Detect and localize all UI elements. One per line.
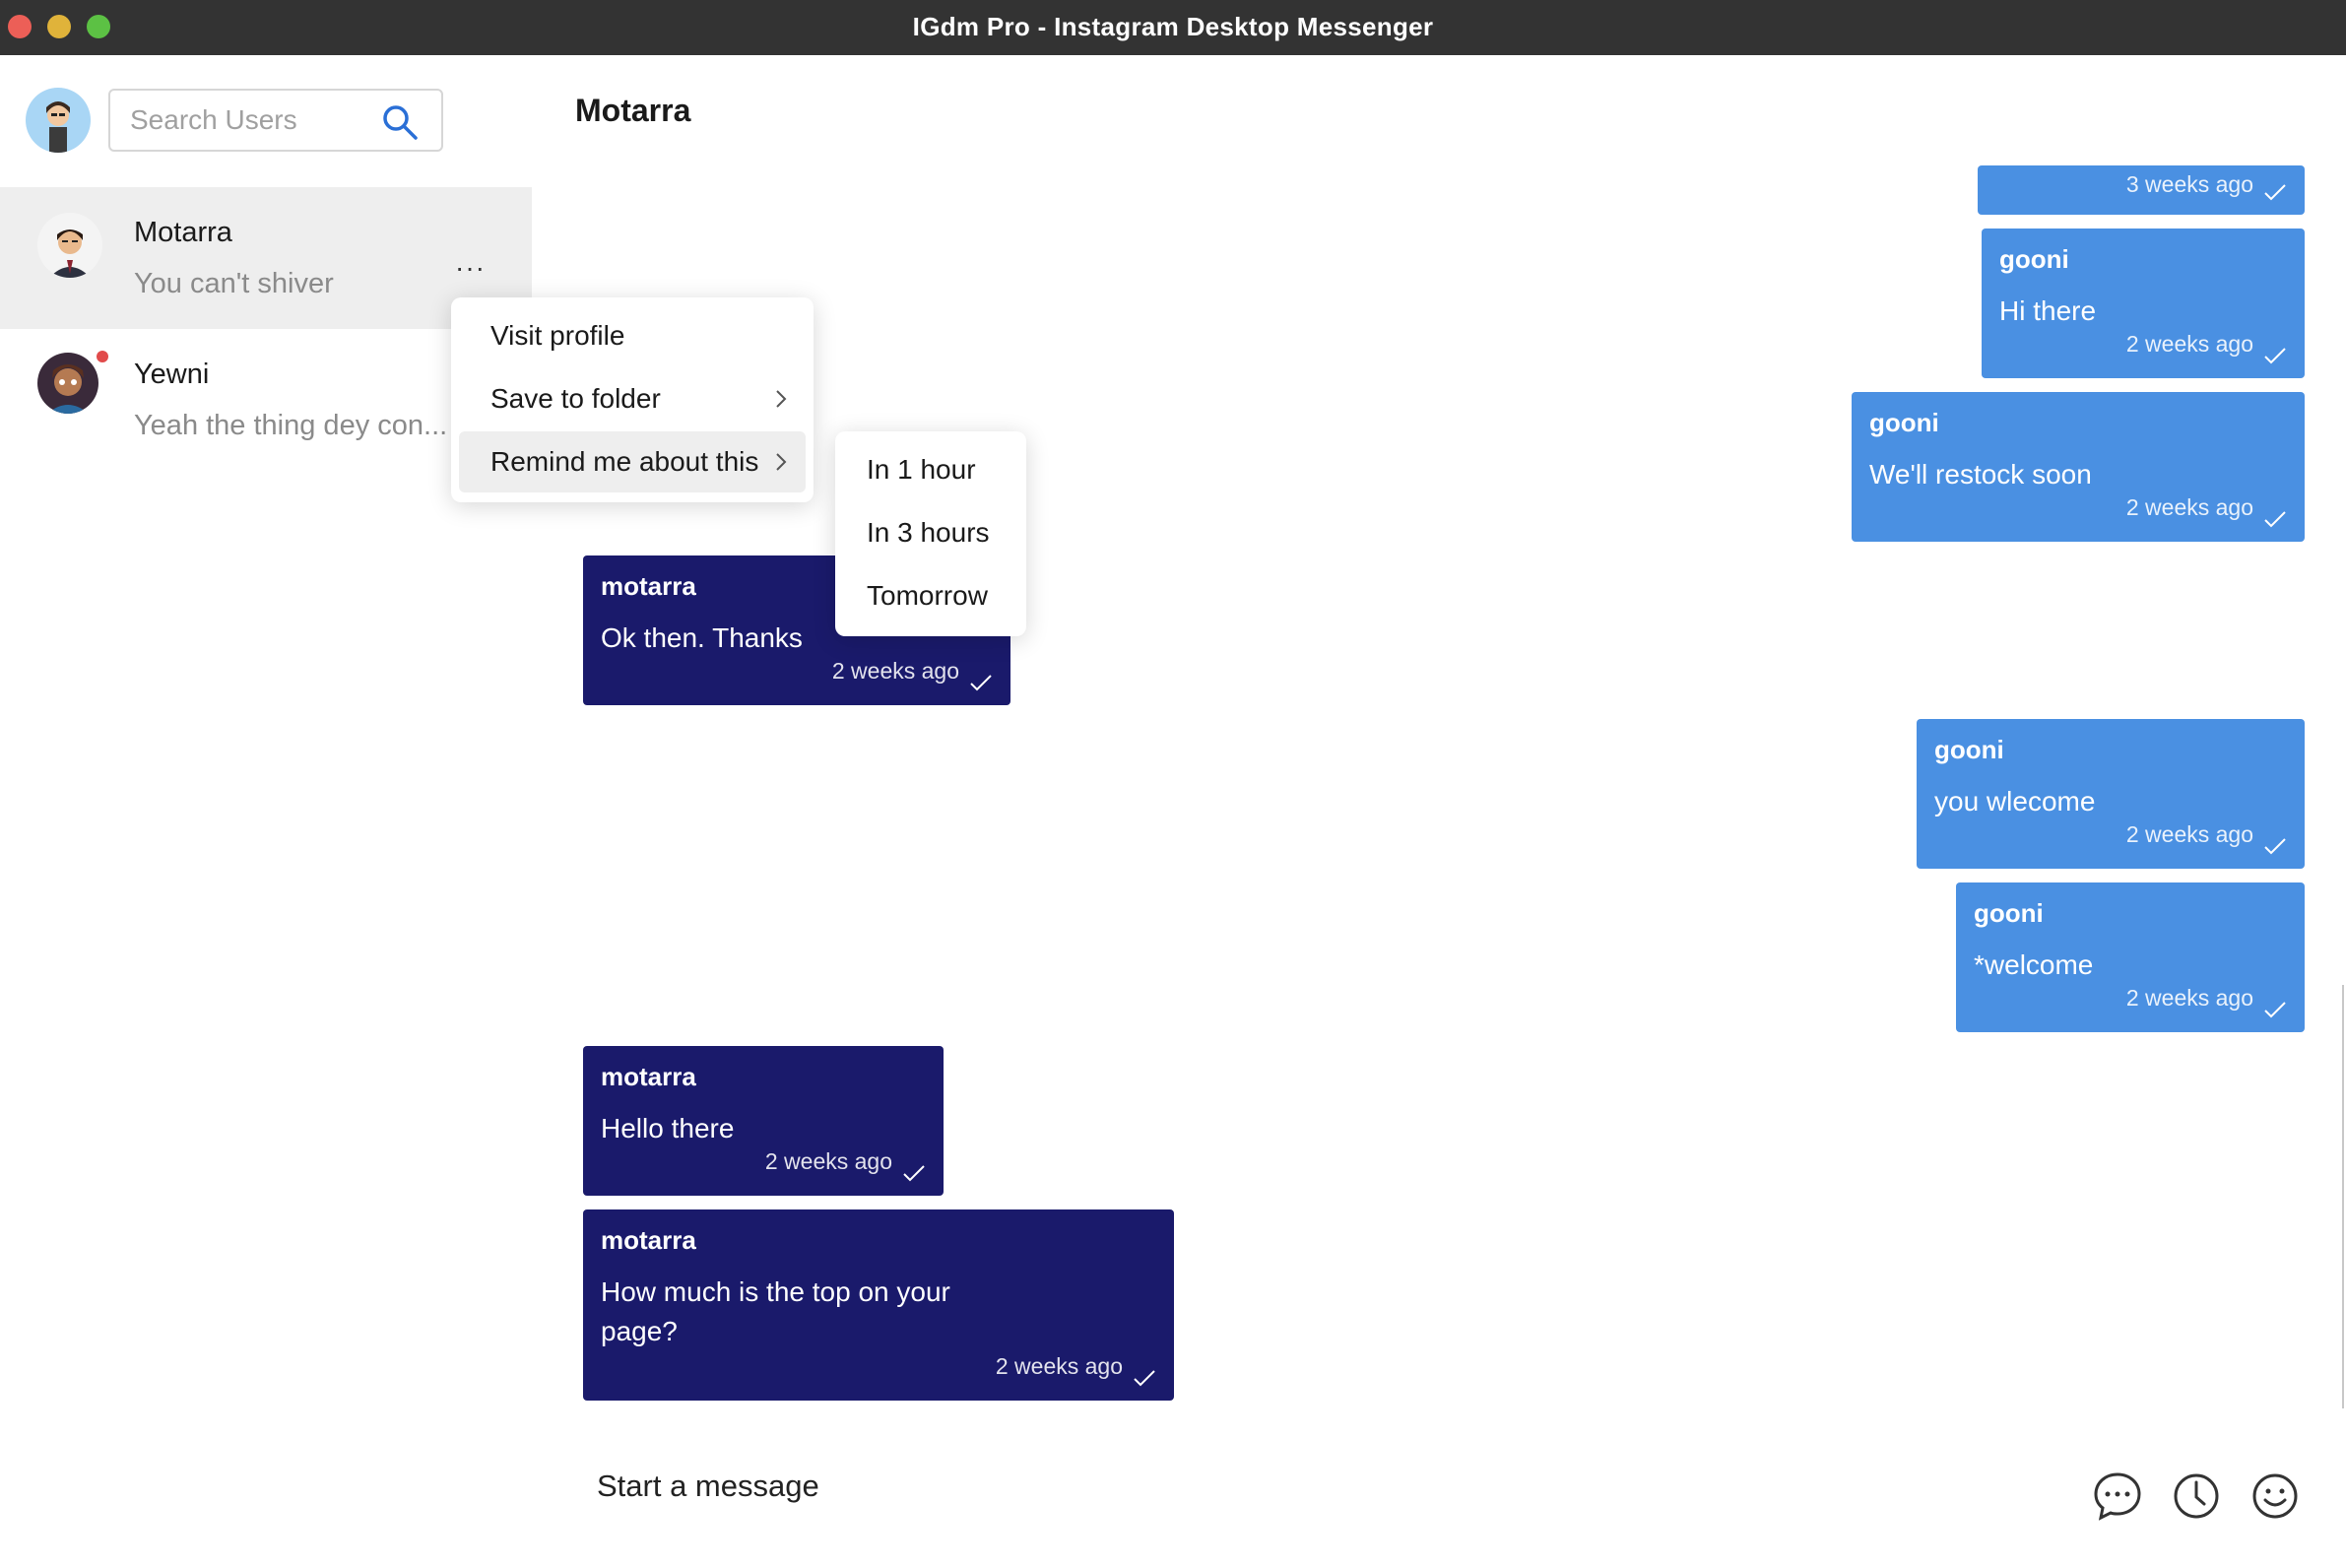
my-avatar[interactable] (26, 88, 91, 153)
message-sender: gooni (1974, 898, 2044, 928)
message-sender: gooni (1869, 408, 1939, 437)
message-bubble-received[interactable]: motarra Hello there 2 weeks ago (583, 1046, 944, 1196)
message-input[interactable] (597, 1464, 1976, 1509)
message-sender: motarra (601, 1062, 696, 1091)
message-time: 2 weeks ago (2125, 494, 2253, 520)
message-time: 2 weeks ago (2125, 985, 2253, 1011)
avatar (37, 353, 98, 414)
message-text: Hello there (601, 1113, 735, 1143)
more-options-icon[interactable]: ··· (455, 252, 486, 284)
message-text: We'll restock soon (1869, 459, 2092, 490)
message-text: *welcome (1974, 949, 2094, 980)
chat-name: Motarra (134, 217, 232, 248)
search-icon[interactable] (380, 102, 420, 142)
scrollbar[interactable] (2342, 985, 2344, 1408)
window-title: IGdm Pro - Instagram Desktop Messenger (912, 12, 1434, 41)
message-bubble-received[interactable]: motarra How much is the top on your page… (583, 1209, 1174, 1401)
message-text: you wlecome (1934, 786, 2096, 817)
user-avatar-icon (37, 213, 102, 278)
submenu-item-in-3-hours[interactable]: In 3 hours (835, 502, 1026, 563)
sent-check-icon (2264, 1002, 2286, 1018)
message-time: 2 weeks ago (2125, 331, 2253, 357)
smiley-icon[interactable] (2249, 1470, 2301, 1522)
user-avatar-icon (37, 353, 98, 414)
menu-item-save-to-folder[interactable]: Save to folder (459, 368, 806, 429)
menu-item-label: Save to folder (490, 383, 661, 414)
message-time: 2 weeks ago (831, 658, 959, 684)
window-titlebar: IGdm Pro - Instagram Desktop Messenger (0, 0, 2346, 55)
chat-name: Yewni (134, 359, 210, 390)
sidebar: Motarra You can't shiver ··· Yewni Yeah … (0, 55, 532, 1568)
unread-indicator (97, 351, 108, 362)
remind-submenu: In 1 hour In 3 hours Tomorrow (835, 431, 1026, 636)
chevron-right-icon (776, 390, 787, 408)
sent-check-icon (2264, 348, 2286, 364)
message-sender: gooni (1999, 244, 2069, 274)
search-box[interactable] (108, 89, 443, 152)
submenu-item-tomorrow[interactable]: Tomorrow (835, 565, 1026, 626)
message-text: How much is the top on your page? (601, 1273, 950, 1351)
message-time: 3 weeks ago (2125, 171, 2253, 197)
message-text-line: page? (601, 1316, 678, 1346)
sent-check-icon (2264, 184, 2286, 201)
message-bubble-sent[interactable]: gooni you wlecome 2 weeks ago (1917, 719, 2305, 869)
conversation-title: Motarra (575, 93, 691, 128)
menu-item-label: Visit profile (490, 320, 625, 351)
read-check-icon (970, 675, 992, 691)
menu-item-label: Remind me about this (490, 446, 759, 477)
chat-preview: Yeah the thing dey con... (134, 410, 448, 441)
message-bubble-sent[interactable]: gooni Hi there 2 weeks ago (1982, 229, 2305, 378)
message-time: 2 weeks ago (764, 1148, 892, 1174)
sent-check-icon (2264, 511, 2286, 528)
read-check-icon (903, 1165, 925, 1182)
sent-check-icon (2264, 838, 2286, 855)
message-time: 2 weeks ago (995, 1353, 1123, 1379)
chevron-right-icon (776, 453, 787, 471)
message-time: 2 weeks ago (2125, 821, 2253, 847)
read-check-icon (1134, 1370, 1155, 1387)
message-bubble-sent[interactable]: gooni *welcome 2 weeks ago (1956, 882, 2305, 1032)
submenu-item-in-1-hour[interactable]: In 1 hour (835, 439, 1026, 500)
message-sender: motarra (601, 1225, 696, 1255)
chat-context-menu: Visit profile Save to folder Remind me a… (451, 297, 814, 502)
search-input[interactable] (130, 91, 386, 150)
message-text-line: How much is the top on your (601, 1276, 950, 1307)
message-sender: gooni (1934, 735, 2004, 764)
menu-item-remind-me[interactable]: Remind me about this (459, 431, 806, 492)
message-text: Ok then. Thanks (601, 622, 803, 653)
chat-preview: You can't shiver (134, 268, 334, 299)
message-sender: motarra (601, 571, 696, 601)
message-text: Hi there (1999, 295, 2097, 326)
clock-icon[interactable] (2171, 1470, 2222, 1522)
avatar-illustration-icon (46, 101, 70, 153)
message-bubble-sent[interactable]: gooni We'll restock soon 2 weeks ago (1852, 392, 2305, 542)
menu-item-visit-profile[interactable]: Visit profile (459, 305, 806, 366)
avatar (37, 213, 102, 278)
message-bubble-sent[interactable]: 3 weeks ago (1978, 165, 2305, 215)
chat-bubble-icon[interactable] (2092, 1470, 2143, 1522)
